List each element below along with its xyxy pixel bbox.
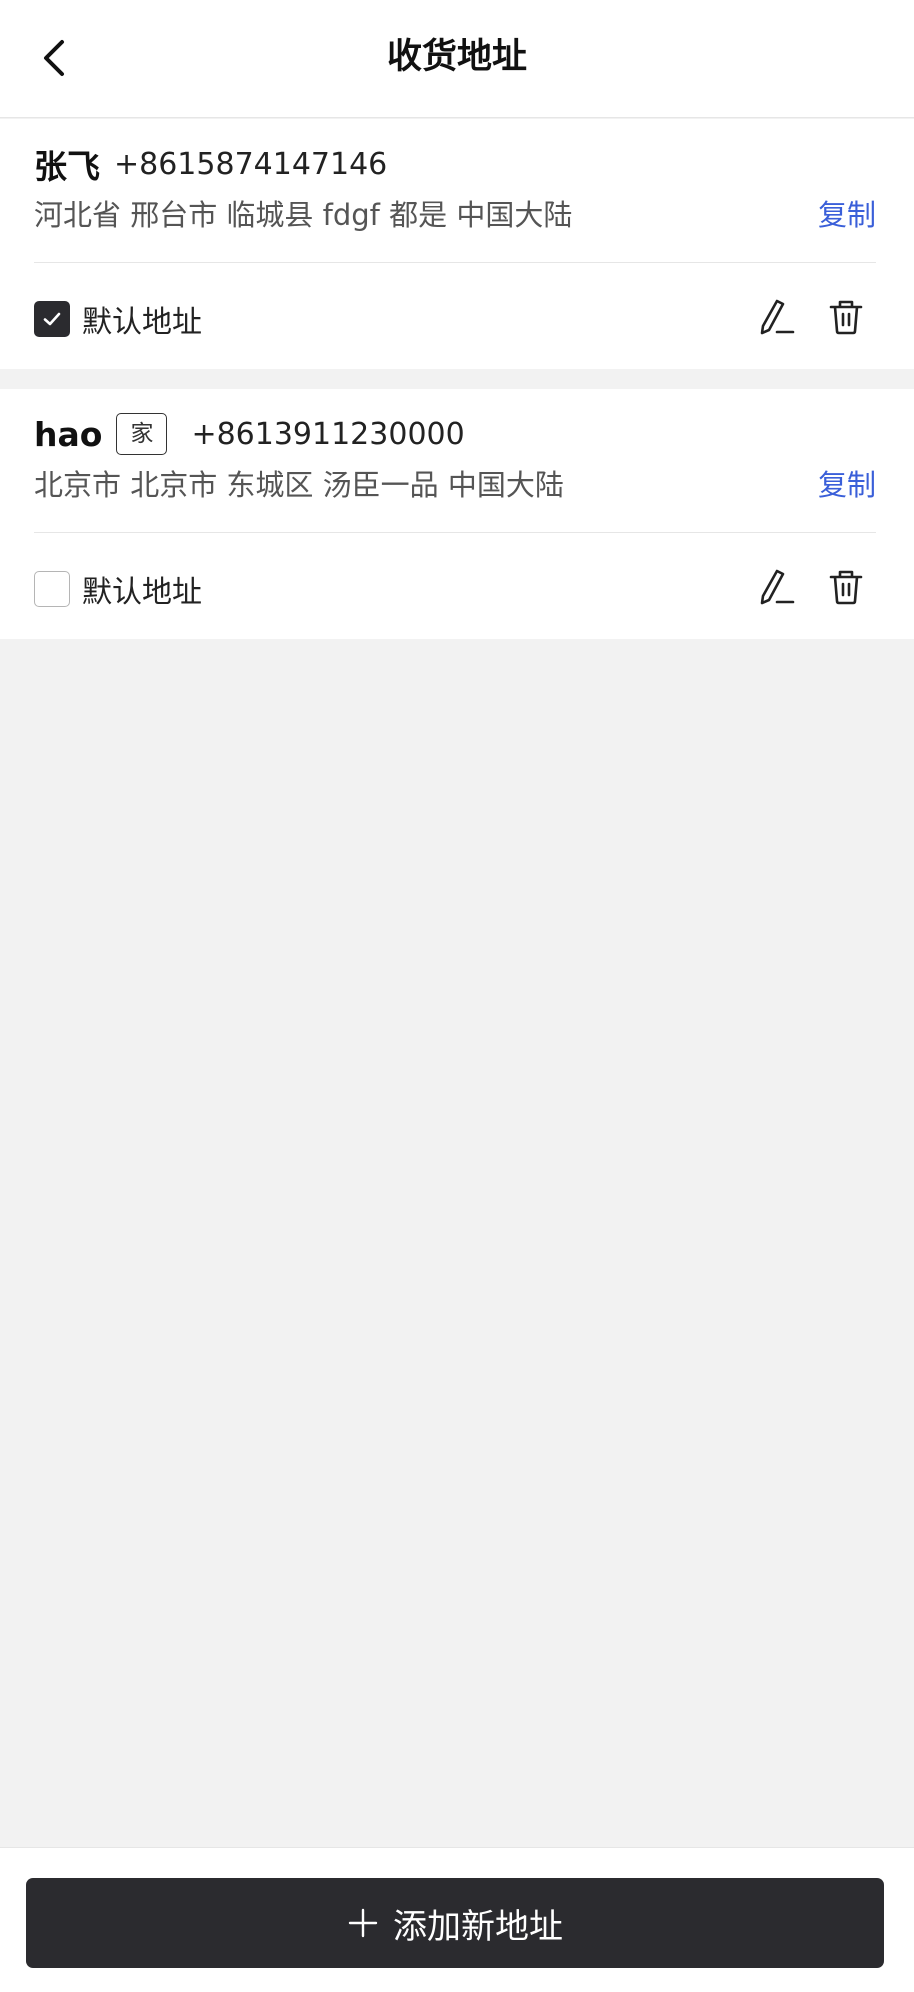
copy-button[interactable]: 复制 xyxy=(818,195,876,235)
contact-row: 张飞 +8615874147146 xyxy=(34,139,387,189)
bottom-bar: 添加新地址 xyxy=(0,1847,914,1992)
divider xyxy=(34,262,876,263)
edit-button[interactable] xyxy=(752,293,800,341)
checkmark-icon xyxy=(43,312,61,326)
copy-button[interactable]: 复制 xyxy=(818,465,876,505)
pencil-icon xyxy=(760,299,795,335)
default-address-toggle[interactable]: 默认地址 xyxy=(34,297,202,341)
default-label: 默认地址 xyxy=(82,305,202,340)
default-checkbox[interactable] xyxy=(34,301,70,337)
contact-name: hao xyxy=(34,414,103,454)
add-address-button[interactable]: 添加新地址 xyxy=(26,1878,884,1968)
address-list: 张飞 +8615874147146 河北省 邢台市 临城县 fdgf 都是 中国… xyxy=(0,119,914,639)
card-actions xyxy=(752,563,870,611)
address-text: 北京市 北京市 东城区 汤臣一品 中国大陆 xyxy=(34,468,564,502)
contact-phone: +8613911230000 xyxy=(191,416,465,452)
trash-icon xyxy=(829,570,863,605)
default-label: 默认地址 xyxy=(82,575,202,610)
contact-name: 张飞 xyxy=(34,147,100,186)
divider xyxy=(34,532,876,533)
card-actions xyxy=(752,293,870,341)
page-title: 收货地址 xyxy=(386,37,527,77)
plus-icon xyxy=(347,1907,379,1939)
add-address-label: 添加新地址 xyxy=(393,1906,563,1947)
top-bar: 收货地址 xyxy=(0,0,914,118)
address-card: hao 家 +8613911230000 北京市 北京市 东城区 汤臣一品 中国… xyxy=(0,389,914,639)
delete-button[interactable] xyxy=(822,563,870,611)
address-page: 收货地址 张飞 +8615874147146 河北省 邢台市 临城县 fdgf … xyxy=(0,0,914,1992)
contact-row: hao 家 +8613911230000 xyxy=(34,409,465,459)
delete-button[interactable] xyxy=(822,293,870,341)
pencil-icon xyxy=(760,569,795,605)
contact-phone: +8615874147146 xyxy=(114,146,388,182)
default-address-toggle[interactable]: 默认地址 xyxy=(34,567,202,611)
address-card: 张飞 +8615874147146 河北省 邢台市 临城县 fdgf 都是 中国… xyxy=(0,119,914,369)
default-checkbox[interactable] xyxy=(34,571,70,607)
trash-icon xyxy=(829,300,863,335)
address-tag: 家 xyxy=(116,413,168,455)
address-text: 河北省 邢台市 临城县 fdgf 都是 中国大陆 xyxy=(34,198,573,232)
edit-button[interactable] xyxy=(752,563,800,611)
